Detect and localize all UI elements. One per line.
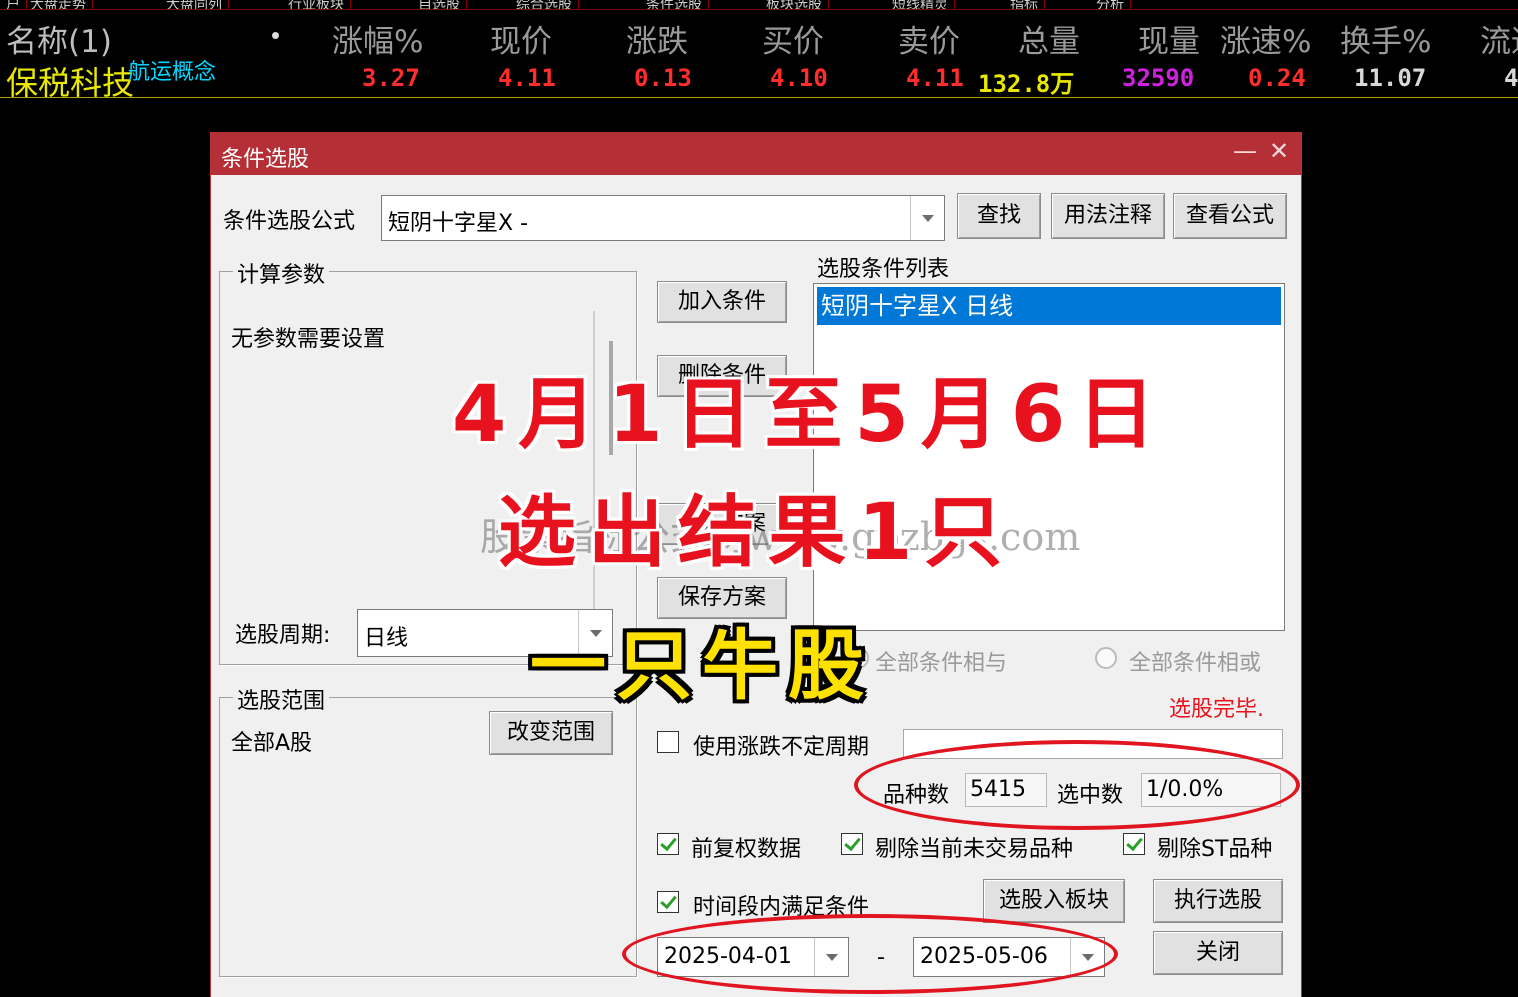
cell-cur-volume: 32590 xyxy=(1122,64,1195,92)
col-ask[interactable]: 卖价 xyxy=(898,16,960,61)
stock-concept: 航运概念 xyxy=(128,60,217,85)
find-button[interactable]: 查找 xyxy=(957,193,1041,239)
cell-float: 4 xyxy=(1504,64,1518,92)
quote-row[interactable]: 保税科技 航运概念 3.27 4.11 0.13 4.10 4.11 132.8… xyxy=(0,58,1518,102)
params-group-title: 计算参数 xyxy=(233,257,330,289)
change-range-button[interactable]: 改变范围 xyxy=(489,711,613,755)
formula-value: 短阴十字星X - xyxy=(388,211,529,236)
forward-adj-label: 前复权数据 xyxy=(691,837,802,862)
tab-7[interactable]: 板块选股 xyxy=(760,0,829,9)
col-bid[interactable]: 买价 xyxy=(762,16,824,61)
col-change[interactable]: 涨跌 xyxy=(626,16,688,61)
dialog-title: 条件选股 xyxy=(221,147,310,172)
cell-ask: 4.11 xyxy=(906,64,964,92)
condition-item-selected[interactable]: 短阴十字星X 日线 xyxy=(817,287,1281,325)
close-icon[interactable]: ✕ xyxy=(1269,137,1289,165)
tab-2[interactable]: 大盘同列 xyxy=(160,0,229,9)
cell-volume: 132.8万 xyxy=(978,70,1075,98)
col-volume[interactable]: 总量 xyxy=(1018,16,1080,61)
exclude-st-label: 剔除ST品种 xyxy=(1157,837,1273,862)
minimize-icon[interactable]: — xyxy=(1233,137,1257,165)
cell-bid: 4.10 xyxy=(770,64,828,92)
dialog-titlebar[interactable]: 条件选股 — ✕ xyxy=(211,133,1301,175)
tab-3[interactable]: 行业板块 xyxy=(282,0,351,9)
no-params-text: 无参数需要设置 xyxy=(231,327,386,352)
bullet-icon xyxy=(272,32,279,39)
tab-5[interactable]: 综合选股 xyxy=(510,0,579,9)
range-group-title: 选股范围 xyxy=(233,683,330,715)
forward-adj-checkbox[interactable] xyxy=(657,833,679,855)
exclude-untraded-checkbox[interactable] xyxy=(841,833,863,855)
variable-period-label: 使用涨跌不定周期 xyxy=(693,735,870,760)
to-block-button[interactable]: 选股入板块 xyxy=(983,879,1125,923)
col-change-pct[interactable]: 涨幅% xyxy=(332,16,423,61)
cell-change-pct: 3.27 xyxy=(362,64,420,92)
add-condition-button[interactable]: 加入条件 xyxy=(657,281,787,323)
tab-8[interactable]: 短线精灵 xyxy=(886,0,955,9)
exclude-untraded-label: 剔除当前未交易品种 xyxy=(875,837,1074,862)
radio-and-label[interactable]: 全部条件相与 xyxy=(875,645,1007,677)
period-value: 日线 xyxy=(364,626,409,651)
formula-label: 条件选股公式 xyxy=(223,209,356,234)
execute-button[interactable]: 执行选股 xyxy=(1153,879,1283,923)
col-cur-volume[interactable]: 现量 xyxy=(1138,16,1200,61)
close-button[interactable]: 关闭 xyxy=(1153,931,1283,975)
cell-speed: 0.24 xyxy=(1248,64,1306,92)
time-range-checkbox[interactable] xyxy=(657,891,679,913)
highlight-ellipse-count xyxy=(854,740,1300,830)
period-label: 选股周期: xyxy=(235,623,331,648)
usage-button[interactable]: 用法注释 xyxy=(1051,193,1165,239)
cell-change: 0.13 xyxy=(634,64,692,92)
highlight-ellipse-dates xyxy=(622,914,1118,994)
tab-0[interactable]: 户 xyxy=(0,0,27,9)
view-formula-button[interactable]: 查看公式 xyxy=(1173,193,1287,239)
col-name[interactable]: 名称(1) xyxy=(6,16,112,61)
col-price[interactable]: 现价 xyxy=(490,16,552,61)
overlay-date-range: 4月1日至5月6日 xyxy=(452,370,1168,460)
radio-or[interactable] xyxy=(1095,647,1117,669)
col-float[interactable]: 流通 xyxy=(1480,16,1518,61)
stock-name: 保税科技 xyxy=(6,64,135,102)
col-turnover[interactable]: 换手% xyxy=(1340,16,1431,61)
chevron-down-icon[interactable] xyxy=(910,196,944,240)
exclude-st-checkbox[interactable] xyxy=(1123,833,1145,855)
overlay-bull-stock: 一只牛股 xyxy=(530,621,874,710)
col-speed[interactable]: 涨速% xyxy=(1220,16,1311,61)
cell-price: 4.11 xyxy=(498,64,556,92)
top-tab-bar: 户 大盘走势 大盘同列 行业板块 自选股 综合选股 条件选股 板块选股 短线精灵… xyxy=(0,0,1518,10)
condition-list-label: 选股条件列表 xyxy=(817,257,950,282)
quote-header-row: 名称(1) 涨幅% 现价 涨跌 买价 卖价 总量 现量 涨速% 换手% 流通 xyxy=(0,14,1518,61)
tab-6[interactable]: 条件选股 xyxy=(640,0,709,9)
overlay-result: 选出结果1只 xyxy=(498,488,1015,578)
radio-or-label[interactable]: 全部条件相或 xyxy=(1129,645,1261,677)
tab-10[interactable]: 分析 xyxy=(1090,0,1131,9)
tab-9[interactable]: 指标 xyxy=(1004,0,1045,9)
status-text: 选股完毕. xyxy=(1169,697,1264,722)
tab-1[interactable]: 大盘走势 xyxy=(24,0,93,9)
variable-period-checkbox[interactable] xyxy=(657,731,679,753)
tab-4[interactable]: 自选股 xyxy=(412,0,467,9)
range-value: 全部A股 xyxy=(231,731,313,756)
cell-turnover: 11.07 xyxy=(1354,64,1427,92)
formula-combo[interactable]: 短阴十字星X - xyxy=(381,195,945,241)
